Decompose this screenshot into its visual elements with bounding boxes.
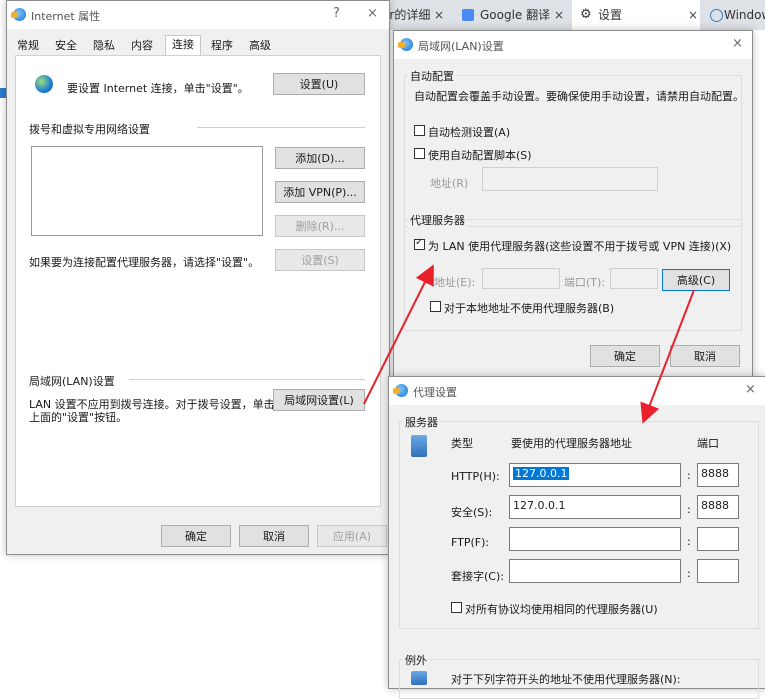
arrow-lan-to-proxy	[363, 264, 434, 405]
annotation-arrows	[363, 264, 695, 424]
arrow-advanced-to-proxy	[640, 289, 695, 424]
